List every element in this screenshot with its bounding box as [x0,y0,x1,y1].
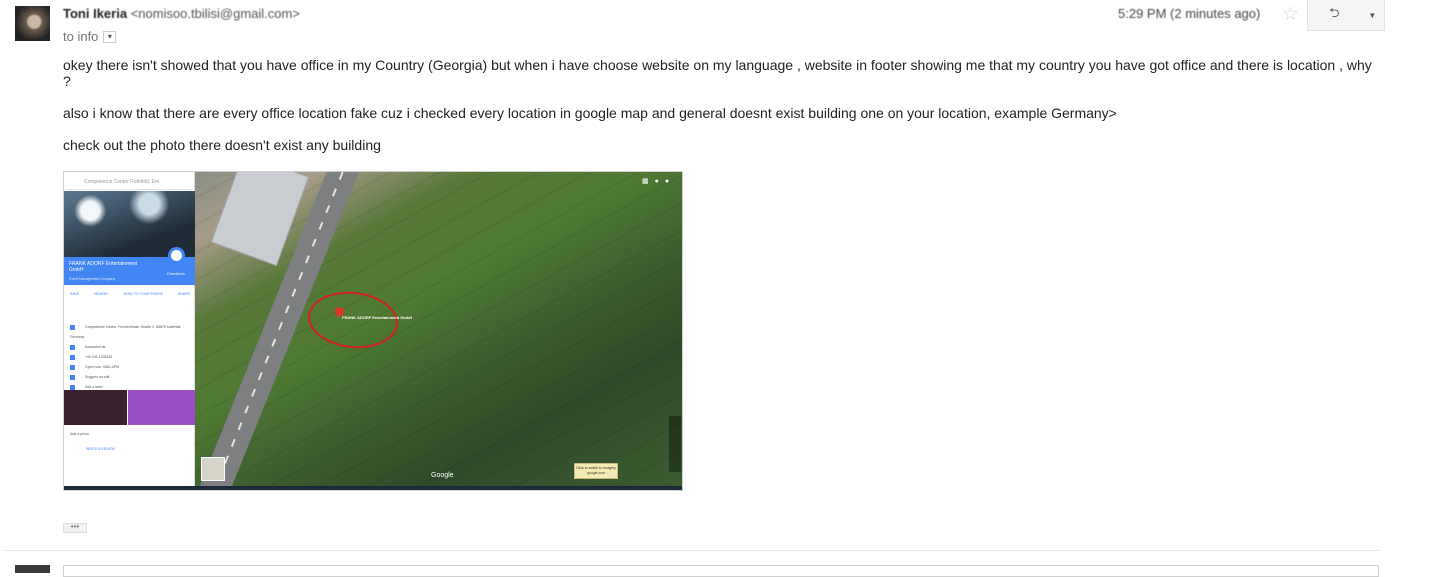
send-to-phone-action: SEND TO YOUR PHONE [123,292,164,296]
show-trimmed-content-button[interactable]: ••• [63,523,87,533]
flag-icon [70,384,75,390]
reply-button-group: ⮌ ▼ [1307,0,1385,31]
globe-icon [70,344,75,350]
windows-taskbar [64,486,682,490]
reply-box[interactable] [63,565,1379,577]
sender-avatar [15,6,50,41]
map-pin-label: FRANK ADORF Entertainment GmbH [342,315,413,320]
sender-line[interactable]: Toni Ikeria <nomisoo.tbilisi@gmail.com> [63,6,300,21]
message-paragraph: also i know that there are every office … [63,105,1117,121]
google-logo: Google [431,472,454,479]
place-website: frankadorf.de [85,345,106,349]
phone-icon [70,354,75,360]
place-name: FRANK ADORF Entertainment GmbH [69,261,138,273]
satellite-map: FRANK ADORF Entertainment GmbH ▦●● Googl… [64,172,682,490]
red-circle-annotation [305,287,401,353]
zoom-controls [669,416,681,472]
recipient-label: to info [63,29,99,44]
maps-search-box: Competence Center Rothfeld, Em [66,175,193,190]
save-action: SAVE [70,292,80,296]
place-details: Competence Center, Frechenthaler Straße … [70,322,194,392]
apps-grid-icon: ▦●● [642,178,676,185]
suggest-edit: Suggest an edit [85,375,110,379]
place-hours: Open now: 9AM–6PM [85,365,120,369]
sender-email: <nomisoo.tbilisi@gmail.com> [130,6,300,21]
place-photo-strip [64,390,195,425]
share-action: SHARE [177,292,190,296]
more-options-chevron-down-icon[interactable]: ▼ [1361,0,1384,30]
write-review-label: WRITE A REVIEW [86,447,115,451]
message-paragraph: check out the photo there doesn't exist … [63,137,381,153]
show-details-chevron-icon[interactable]: ▾ [103,30,117,43]
directions-label: Directions [167,271,185,276]
reply-avatar [15,565,50,573]
nearby-action: NEARBY [93,292,109,296]
add-photo-label: Add a photo [70,432,89,436]
pencil-icon [70,374,75,380]
reply-icon[interactable]: ⮌ [1308,0,1361,30]
maps-side-panel: Competence Center Rothfeld, Em FRANK ADO… [64,172,195,486]
imagery-tooltip: Click to switch to Imagery google.com [574,463,618,479]
message-timestamp: 5:29 PM (2 minutes ago) [1118,6,1261,21]
inline-image-attachment[interactable]: Competence Center Rothfeld, Em FRANK ADO… [63,171,683,491]
star-icon[interactable]: ☆ [1282,3,1299,26]
clock-icon [70,364,75,370]
place-category: Event Management Company [69,277,116,281]
add-label: Add a label [85,385,103,389]
recipient-row: to info ▾ [63,29,117,44]
map-thumbnail [201,457,225,481]
location-pin-icon [70,324,75,330]
sender-name: Toni Ikeria [63,6,128,21]
message-divider [5,550,1380,551]
directions-icon [168,247,185,264]
place-phone: +49 241 1335192 [85,355,113,359]
message-paragraph: okey there isn't showed that you have of… [63,57,1372,89]
place-address: Competence Center, Frechenthaler Straße … [70,325,182,339]
place-actions: SAVE NEARBY SEND TO YOUR PHONE SHARE [70,292,190,296]
